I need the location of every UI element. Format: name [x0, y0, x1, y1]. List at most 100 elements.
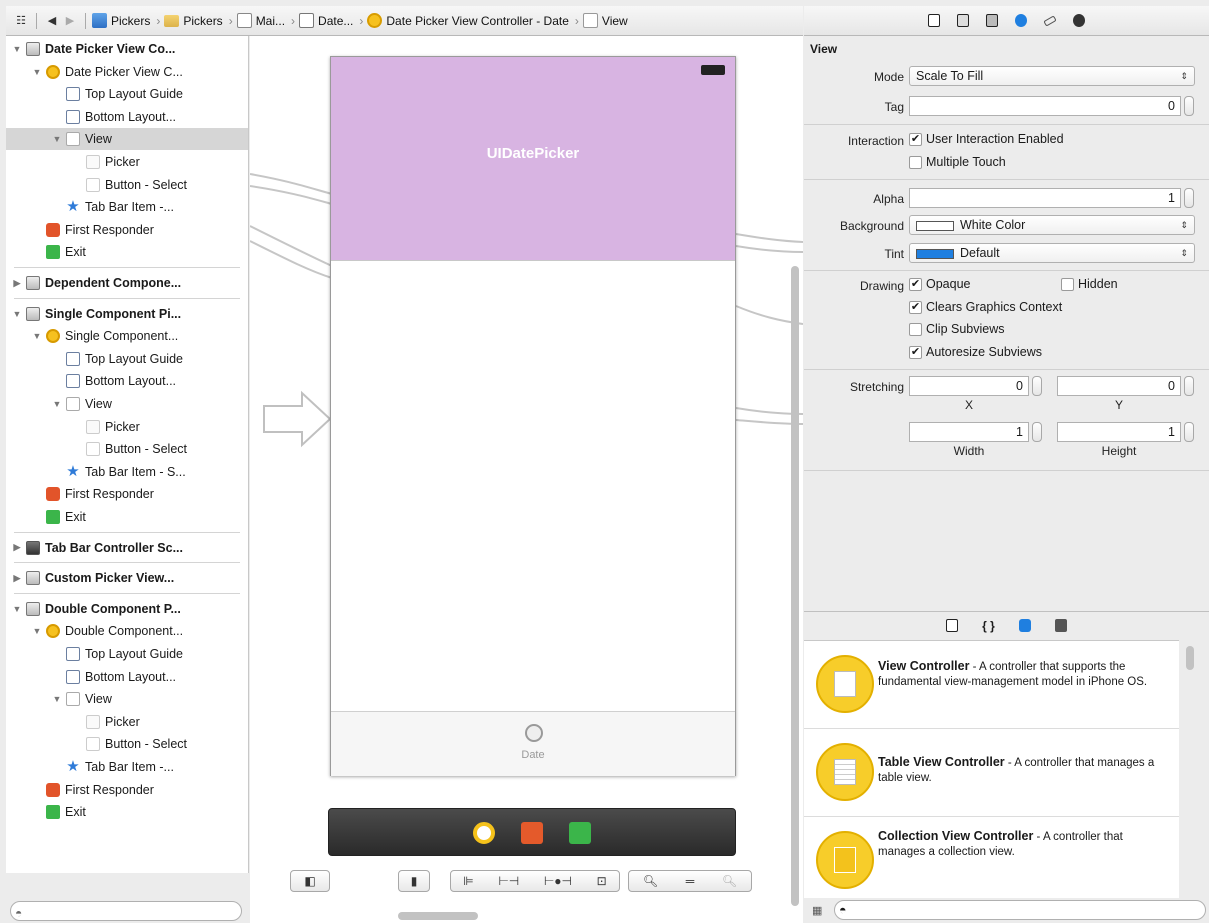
crumb-storyboard[interactable]: Mai... ›	[236, 13, 295, 28]
form-factor-button[interactable]: ▮	[398, 870, 430, 892]
outline-row[interactable]: First Responder	[6, 219, 248, 241]
clears-context-checkbox[interactable]: ✔ Clears Graphics Context	[909, 300, 1062, 314]
view-controller-scene[interactable]: UIDatePicker Date	[330, 56, 736, 776]
outline-row[interactable]: ▶ Custom Picker View...	[6, 567, 248, 589]
file-inspector-icon[interactable]	[928, 14, 940, 27]
stretch-width-stepper[interactable]	[1032, 422, 1042, 442]
forward-arrow-icon[interactable]: ▶	[61, 12, 79, 30]
outline-row[interactable]: Picker	[6, 416, 248, 438]
alpha-field[interactable]: 1	[909, 188, 1181, 208]
resizing-icon[interactable]: ⊡	[597, 874, 607, 888]
outline-row[interactable]: Exit	[6, 241, 248, 263]
tint-popup[interactable]: Default ⇕	[909, 243, 1195, 263]
disclosure-open-icon[interactable]: ▼	[12, 309, 22, 319]
outline-row[interactable]: ▶ Tab Bar Controller Sc...	[6, 537, 248, 559]
outline-row[interactable]: Button - Select	[6, 174, 248, 196]
tag-field[interactable]: 0	[909, 96, 1181, 116]
vertical-scrollbar[interactable]	[791, 266, 799, 906]
media-library-icon[interactable]	[1054, 619, 1067, 632]
outline-row[interactable]: Exit	[6, 801, 248, 823]
autoresize-checkbox[interactable]: ✔ Autoresize Subviews	[909, 345, 1042, 359]
disclosure-open-icon[interactable]: ▼	[12, 44, 22, 54]
outline-row[interactable]: ▼ Single Component Pi...	[6, 303, 248, 325]
stretch-height-field[interactable]: 1	[1057, 422, 1181, 442]
first-responder-icon[interactable]	[521, 822, 543, 844]
horizontal-scrollbar[interactable]	[398, 912, 478, 920]
outline-row[interactable]: ▼ Date Picker View C...	[6, 61, 248, 83]
crumb-project[interactable]: Pickers ›	[92, 13, 160, 28]
disclosure-open-icon[interactable]: ▼	[32, 626, 42, 636]
disclosure-open-icon[interactable]: ▼	[52, 694, 62, 704]
outline-row[interactable]: Exit	[6, 506, 248, 528]
pin-icon[interactable]: ⊢⊣	[498, 874, 519, 888]
outline-row[interactable]: Top Layout Guide	[6, 83, 248, 105]
library-filter-field[interactable]: ◓	[834, 900, 1206, 920]
storyboard-canvas[interactable]: UIDatePicker Date ◧ ▮ ⊫ ⊢⊣ ⊢●⊣ ⊡ 🔍︎ ═ 🔍︎	[250, 36, 803, 923]
date-picker-placeholder[interactable]: UIDatePicker	[331, 57, 735, 260]
grid-view-icon[interactable]: ▦	[812, 904, 822, 917]
disclosure-closed-icon[interactable]: ▶	[12, 542, 22, 553]
background-popup[interactable]: White Color ⇕	[909, 215, 1195, 235]
outline-row[interactable]: ▼ Double Component P...	[6, 598, 248, 620]
stretch-x-field[interactable]: 0	[909, 376, 1029, 396]
hidden-checkbox[interactable]: Hidden	[1061, 277, 1118, 291]
stretch-height-stepper[interactable]	[1184, 422, 1194, 442]
library-item-view-controller[interactable]: View Controller - A controller that supp…	[804, 641, 1179, 729]
back-arrow-icon[interactable]: ◀	[43, 12, 61, 30]
crumb-view[interactable]: View	[582, 13, 628, 28]
stretch-y-stepper[interactable]	[1184, 376, 1194, 396]
outline-filter-field[interactable]: ◓	[10, 901, 242, 921]
library-scrollbar[interactable]	[1186, 646, 1194, 670]
outline-row[interactable]: Bottom Layout...	[6, 106, 248, 128]
outline-row[interactable]: First Responder	[6, 779, 248, 801]
outline-row[interactable]: ▶ Dependent Compone...	[6, 272, 248, 294]
code-snippet-icon[interactable]: { }	[982, 619, 995, 633]
disclosure-closed-icon[interactable]: ▶	[12, 278, 22, 289]
crumb-view-controller[interactable]: Date Picker View Controller - Date ›	[367, 13, 579, 28]
mode-popup[interactable]: Scale To Fill ⇕	[909, 66, 1195, 86]
disclosure-open-icon[interactable]: ▼	[12, 604, 22, 614]
identity-inspector-icon[interactable]	[986, 14, 998, 27]
related-items-icon[interactable]: ☷	[12, 12, 30, 30]
layout-controls[interactable]: ⊫ ⊢⊣ ⊢●⊣ ⊡	[450, 870, 620, 892]
outline-row[interactable]: Top Layout Guide	[6, 643, 248, 665]
library-item-table-view-controller[interactable]: Table View Controller - A controller tha…	[804, 729, 1179, 817]
outline-row[interactable]: Top Layout Guide	[6, 348, 248, 370]
outline-row[interactable]: Bottom Layout...	[6, 370, 248, 392]
outline-row[interactable]: Picker	[6, 151, 248, 173]
zoom-in-icon[interactable]: 🔍︎	[722, 874, 737, 888]
outline-row[interactable]: Bottom Layout...	[6, 666, 248, 688]
tag-stepper[interactable]	[1184, 96, 1194, 116]
outline-row[interactable]: ★ Tab Bar Item -...	[6, 196, 248, 218]
outline-row[interactable]: ★ Tab Bar Item - S...	[6, 461, 248, 483]
zoom-out-icon[interactable]: 🔍︎	[643, 874, 658, 888]
disclosure-open-icon[interactable]: ▼	[32, 331, 42, 341]
crumb-scene[interactable]: Date... ›	[299, 13, 363, 28]
connections-inspector-icon[interactable]	[1073, 14, 1085, 27]
library-item-collection-view-controller[interactable]: Collection View Controller - A controlle…	[804, 817, 1179, 898]
size-inspector-icon[interactable]	[1043, 14, 1057, 27]
toggle-outline-button[interactable]: ◧	[290, 870, 330, 892]
zoom-fit-icon[interactable]: ═	[686, 874, 695, 888]
outline-row[interactable]: Button - Select	[6, 733, 248, 755]
outline-row[interactable]: ▼ Single Component...	[6, 325, 248, 347]
tab-bar[interactable]: Date	[331, 711, 735, 776]
clip-subviews-checkbox[interactable]: Clip Subviews	[909, 322, 1005, 336]
crumb-folder[interactable]: Pickers ›	[164, 14, 233, 28]
outline-row[interactable]: First Responder	[6, 483, 248, 505]
multiple-touch-checkbox[interactable]: Multiple Touch	[909, 155, 1006, 169]
outline-row[interactable]: ▼ View	[6, 393, 248, 415]
outline-row[interactable]: ▼ Date Picker View Co...	[6, 38, 248, 60]
disclosure-open-icon[interactable]: ▼	[52, 399, 62, 409]
outline-row[interactable]: Picker	[6, 711, 248, 733]
opaque-checkbox[interactable]: ✔ Opaque	[909, 277, 970, 291]
exit-icon[interactable]	[569, 822, 591, 844]
view-controller-icon[interactable]	[473, 822, 495, 844]
stretch-x-stepper[interactable]	[1032, 376, 1042, 396]
outline-row[interactable]: ▼ Double Component...	[6, 620, 248, 642]
outline-row[interactable]: ▼ View	[6, 688, 248, 710]
align-icon[interactable]: ⊫	[463, 874, 473, 888]
disclosure-closed-icon[interactable]: ▶	[12, 573, 22, 584]
zoom-controls[interactable]: 🔍︎ ═ 🔍︎	[628, 870, 752, 892]
alpha-stepper[interactable]	[1184, 188, 1194, 208]
